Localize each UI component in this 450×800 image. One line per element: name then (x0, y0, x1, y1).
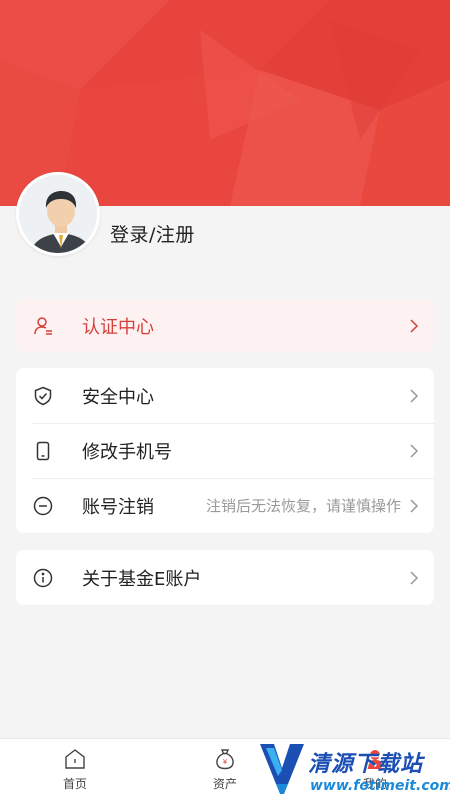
home-icon (45, 747, 105, 771)
cancel-account-warning: 注销后无法恢复，请谨慎操作 (205, 497, 401, 515)
menu-item-security[interactable]: 安全中心 (16, 368, 434, 423)
auth-center-row[interactable]: 认证中心 (16, 300, 434, 352)
chevron-right-icon (410, 319, 419, 333)
shield-check-icon (32, 385, 54, 407)
watermark-title: 清源下载站 (308, 752, 424, 777)
menu-item-about[interactable]: 关于基金E账户 (16, 550, 434, 605)
avatar[interactable] (16, 172, 100, 256)
watermark-url: www.fotimeit.com (310, 778, 450, 794)
tab-label: 首页 (62, 777, 87, 791)
auth-center-card[interactable]: 认证中心 (16, 300, 434, 352)
person-avatar-icon (19, 175, 97, 253)
phone-icon (32, 440, 54, 462)
info-circle-icon (32, 567, 54, 589)
user-auth-icon (32, 315, 54, 337)
menu-item-change-phone[interactable]: 修改手机号 (16, 423, 434, 478)
watermark-logo: 清源下载站 www.fotimeit.com (258, 740, 450, 798)
about-group: 关于基金E账户 (16, 550, 434, 605)
chevron-right-icon (410, 570, 419, 585)
menu-item-label: 修改手机号 (82, 441, 172, 463)
settings-group: 安全中心 修改手机号 账号注销 注销后无法恢复，请谨慎操作 (16, 368, 434, 533)
tab-assets[interactable]: ¥ 资产 (195, 747, 255, 792)
chevron-right-icon (410, 388, 419, 403)
svg-text:¥: ¥ (223, 758, 228, 766)
minus-circle-icon (32, 495, 54, 517)
tab-label: 资产 (212, 777, 237, 791)
auth-center-label: 认证中心 (82, 317, 154, 338)
login-register-link[interactable]: 登录/注册 (110, 220, 195, 247)
money-bag-icon: ¥ (195, 747, 255, 771)
watermark-emblem-icon (260, 744, 304, 794)
tab-home[interactable]: 首页 (45, 747, 105, 792)
menu-item-label: 账号注销 (82, 496, 154, 518)
menu-item-label: 关于基金E账户 (82, 568, 202, 590)
menu-item-label: 安全中心 (82, 386, 154, 408)
chevron-right-icon (410, 443, 419, 458)
menu-item-cancel-account[interactable]: 账号注销 注销后无法恢复，请谨慎操作 (16, 478, 434, 533)
chevron-right-icon (410, 498, 419, 513)
